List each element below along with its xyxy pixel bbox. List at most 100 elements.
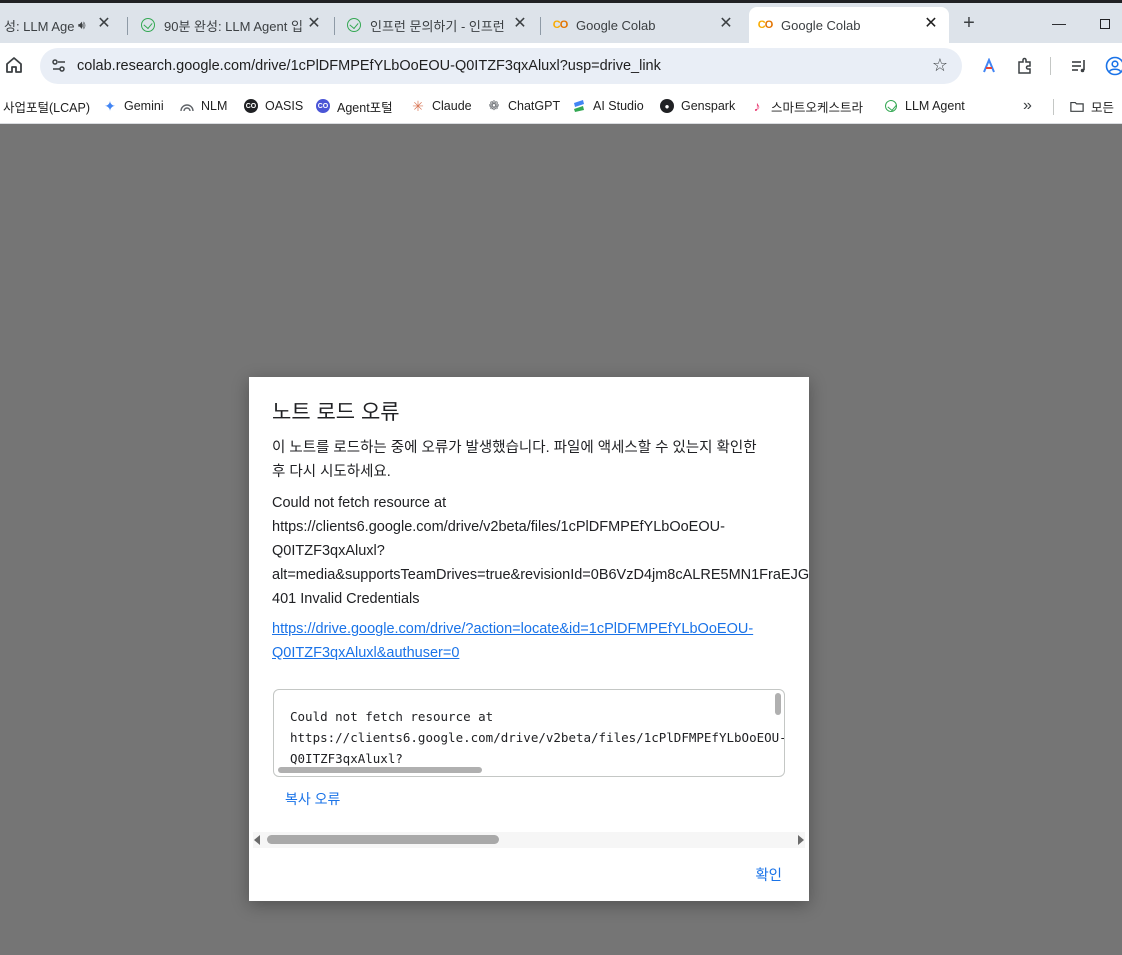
close-icon[interactable]: ✕: [96, 16, 112, 32]
bookmark-label: ChatGPT: [508, 99, 561, 113]
bookmark-label: Gemini: [124, 99, 164, 113]
bookmark-genspark[interactable]: ● Genspark: [660, 96, 735, 116]
address-bar[interactable]: colab.research.google.com/drive/1cPlDFMP…: [40, 48, 962, 84]
tab-title: 성: LLM Agen: [4, 18, 74, 34]
colab-icon: CO: [757, 19, 773, 31]
bookmark-separator: [1053, 99, 1054, 115]
dialog-message-line: 이 노트를 로드하는 중에 오류가 발생했습니다. 파일에 액세스할 수 있는지…: [272, 440, 757, 456]
bookmark-label: Claude: [432, 99, 472, 113]
toolbar-separator: [1050, 57, 1051, 75]
colab-icon: CO: [552, 19, 568, 31]
bookmark-all-folder[interactable]: 모든: [1070, 96, 1114, 116]
bookmark-label: AI Studio: [593, 99, 644, 113]
co-icon: CO: [244, 99, 258, 113]
genspark-icon: ●: [660, 99, 674, 113]
extensions-icon[interactable]: [1014, 55, 1036, 77]
green-circle-icon: [140, 17, 156, 33]
green-circle-icon: [346, 17, 362, 33]
new-tab-button[interactable]: +: [958, 13, 980, 35]
browser-toolbar: colab.research.google.com/drive/1cPlDFMP…: [0, 43, 1122, 89]
speaker-icon[interactable]: 🔊︎: [78, 18, 86, 33]
bookmark-label: LLM Agent: [905, 99, 965, 113]
music-icon: ♪: [753, 98, 761, 114]
bookmark-smart-orchestra[interactable]: ♪ 스마트오케스트라: [750, 96, 864, 116]
url-text[interactable]: colab.research.google.com/drive/1cPlDFMP…: [77, 58, 661, 74]
site-settings-icon[interactable]: [50, 57, 68, 75]
bookmark-ai-studio[interactable]: AI Studio: [572, 96, 644, 116]
code-vertical-scrollbar[interactable]: [775, 693, 781, 715]
bookmarks-bar: 사업포털(LCAP) ✦ Gemini NLM CO OASIS CO Agen…: [0, 89, 1122, 124]
error-code-box[interactable]: Could not fetch resource at https://clie…: [273, 689, 785, 777]
media-control-icon[interactable]: [1068, 55, 1090, 77]
error-line: https://clients6.google.com/drive/v2beta…: [272, 519, 725, 535]
tab-title: 인프런 문의하기 - 인프런: [370, 18, 505, 34]
dialog-title: 노트 로드 오류: [272, 401, 400, 424]
link-line[interactable]: https://drive.google.com/drive/?action=l…: [272, 617, 753, 641]
code-horizontal-scrollbar[interactable]: [278, 767, 482, 773]
bookmark-label: 모든: [1091, 100, 1115, 115]
scroll-left-icon[interactable]: [254, 835, 260, 845]
chatgpt-icon: ❁: [488, 98, 500, 113]
error-line: Could not fetch resource at: [272, 495, 447, 511]
bookmark-star-icon[interactable]: ☆: [932, 55, 948, 76]
ai-extension-icon[interactable]: [978, 55, 1000, 77]
bookmark-label: 스마트오케스트라: [771, 100, 864, 115]
bookmark-label: 사업포털(LCAP): [3, 100, 90, 115]
more-bookmarks-icon[interactable]: »: [1023, 97, 1032, 115]
dialog-message-line: 후 다시 시도하세요.: [272, 464, 391, 480]
link-line[interactable]: Q0ITZF3qxAluxl&authuser=0: [272, 641, 753, 665]
close-icon[interactable]: ✕: [718, 16, 734, 32]
tab-google-colab[interactable]: CO Google Colab ✕: [544, 7, 744, 43]
load-error-dialog: 노트 로드 오류 이 노트를 로드하는 중에 오류가 발생했습니다. 파일에 액…: [249, 377, 809, 901]
close-icon[interactable]: ✕: [306, 16, 322, 32]
folder-icon: [1070, 99, 1084, 113]
dialog-message: 이 노트를 로드하는 중에 오류가 발생했습니다. 파일에 액세스할 수 있는지…: [272, 436, 792, 484]
ai-studio-icon: [572, 99, 586, 113]
error-line: 401 Invalid Credentials: [272, 591, 420, 607]
dialog-horizontal-scrollbar[interactable]: [253, 832, 805, 848]
bookmark-label: Agent포털: [337, 100, 393, 115]
green-circle-icon: [884, 99, 898, 113]
tab-strip: 성: LLM Agen 🔊︎ ✕ 90분 완성: LLM Agent 입 ✕ 인…: [0, 3, 1122, 43]
bookmark-agent-portal[interactable]: CO Agent포털: [316, 96, 393, 116]
maximize-button[interactable]: [1093, 11, 1117, 35]
error-code-text[interactable]: Could not fetch resource at https://clie…: [290, 706, 784, 769]
bookmark-lcap[interactable]: 사업포털(LCAP): [3, 96, 90, 116]
scroll-right-icon[interactable]: [798, 835, 804, 845]
close-icon[interactable]: ✕: [512, 16, 528, 32]
tab-separator: [334, 17, 335, 35]
bookmark-claude[interactable]: ✳ Claude: [411, 96, 472, 116]
bookmark-oasis[interactable]: CO OASIS: [244, 96, 303, 116]
tab-llm-agent-audio[interactable]: 성: LLM Agen 🔊︎ ✕: [0, 7, 122, 43]
error-line: alt=media&supportsTeamDrives=true&revisi…: [272, 567, 809, 583]
copy-error-button[interactable]: 복사 오류: [285, 789, 340, 809]
minimize-button[interactable]: —: [1047, 11, 1071, 35]
claude-icon: ✳: [412, 97, 424, 114]
bookmark-label: OASIS: [265, 99, 304, 113]
close-icon[interactable]: ✕: [923, 16, 939, 32]
scrollbar-thumb[interactable]: [267, 835, 499, 844]
bookmark-gemini[interactable]: ✦ Gemini: [103, 96, 164, 116]
tab-title: Google Colab: [576, 17, 656, 33]
co-icon: CO: [316, 99, 330, 113]
bookmark-nlm[interactable]: NLM: [180, 96, 227, 116]
error-details: Could not fetch resource at https://clie…: [272, 491, 809, 611]
bookmark-label: NLM: [201, 99, 228, 113]
tab-separator: [540, 17, 541, 35]
home-icon[interactable]: [4, 55, 24, 75]
profile-icon[interactable]: [1104, 55, 1122, 77]
error-line: Q0ITZF3qxAluxl?: [272, 543, 385, 559]
bookmark-label: Genspark: [681, 99, 736, 113]
bookmark-chatgpt[interactable]: ❁ ChatGPT: [487, 96, 561, 116]
drive-locate-link[interactable]: https://drive.google.com/drive/?action=l…: [272, 617, 753, 665]
tab-inflearn-inquiry[interactable]: 인프런 문의하기 - 인프런 ✕: [338, 7, 538, 43]
tab-title: Google Colab: [781, 17, 861, 33]
ok-button[interactable]: 확인: [755, 864, 782, 885]
bookmark-llm-agent[interactable]: LLM Agent: [884, 96, 965, 116]
tab-llm-agent-course[interactable]: 90분 완성: LLM Agent 입 ✕: [132, 7, 332, 43]
tab-google-colab-active[interactable]: CO Google Colab ✕: [749, 7, 949, 43]
nlm-icon: [180, 99, 194, 113]
gemini-icon: ✦: [104, 97, 116, 114]
tab-separator: [127, 17, 128, 35]
tab-title: 90분 완성: LLM Agent 입: [164, 18, 302, 34]
